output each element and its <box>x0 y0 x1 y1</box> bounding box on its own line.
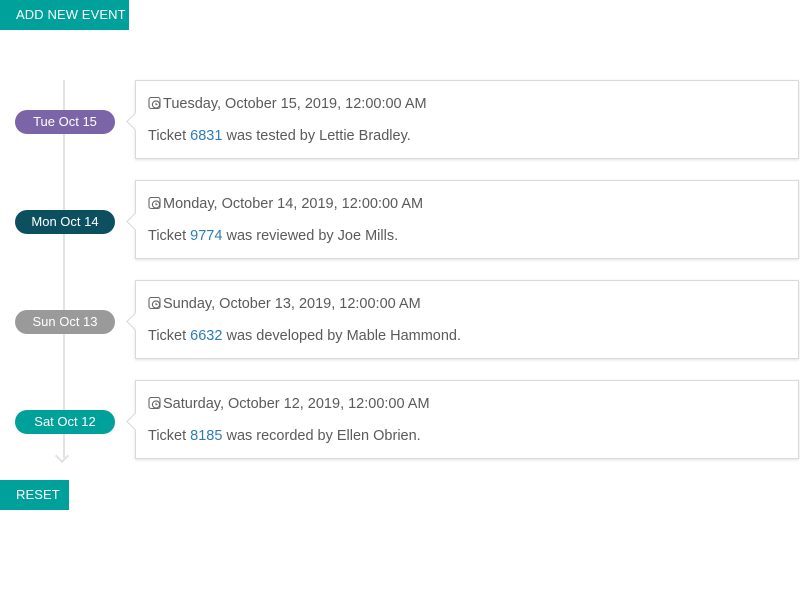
event-description: Ticket 6831 was tested by Lettie Bradley… <box>148 127 411 145</box>
date-pill: Sun Oct 13 <box>15 310 115 334</box>
event-date: Monday, October 14, 2019, 12:00:00 AM <box>148 195 423 213</box>
event-prefix: Ticket <box>148 428 191 444</box>
event-date-text: Monday, October 14, 2019, 12:00:00 AM <box>163 196 424 212</box>
event-date-text: Tuesday, October 15, 2019, 12:00:00 AM <box>163 96 427 112</box>
event-prefix: Ticket <box>148 328 191 344</box>
event-date: Tuesday, October 15, 2019, 12:00:00 AM <box>148 95 427 113</box>
event-suffix: was developed by Mable Hammond. <box>222 328 462 344</box>
event-description: Ticket 6632 was developed by Mable Hammo… <box>148 327 461 345</box>
card-pointer <box>126 112 145 131</box>
timeline-page: ADD NEW EVENT Tue Oct 15 Tuesday, Octobe… <box>0 0 800 600</box>
event-card: Monday, October 14, 2019, 12:00:00 AM Ti… <box>126 180 799 259</box>
clock-icon <box>148 196 162 210</box>
ticket-link[interactable]: 9774 <box>190 228 222 244</box>
add-new-event-button[interactable]: ADD NEW EVENT <box>0 0 129 30</box>
event-date-text: Sunday, October 13, 2019, 12:00:00 AM <box>163 296 421 312</box>
event-prefix: Ticket <box>148 128 191 144</box>
event-suffix: was tested by Lettie Bradley. <box>222 128 411 144</box>
event-suffix: was recorded by Ellen Obrien. <box>222 428 421 444</box>
event-card: Tuesday, October 15, 2019, 12:00:00 AM T… <box>126 80 799 159</box>
event-date: Saturday, October 12, 2019, 12:00:00 AM <box>148 395 430 413</box>
ticket-link[interactable]: 8185 <box>190 428 222 444</box>
timeline-event: Tue Oct 15 Tuesday, October 15, 2019, 12… <box>0 80 800 160</box>
event-date-text: Saturday, October 12, 2019, 12:00:00 AM <box>163 396 430 412</box>
clock-icon <box>148 396 162 410</box>
event-date: Sunday, October 13, 2019, 12:00:00 AM <box>148 295 421 313</box>
event-suffix: was reviewed by Joe Mills. <box>222 228 399 244</box>
timeline-event: Sun Oct 13 Sunday, October 13, 2019, 12:… <box>0 280 800 360</box>
ticket-link[interactable]: 6632 <box>190 328 222 344</box>
event-prefix: Ticket <box>148 228 191 244</box>
event-description: Ticket 9774 was reviewed by Joe Mills. <box>148 227 398 245</box>
reset-button[interactable]: RESET <box>0 480 69 510</box>
clock-icon <box>148 296 162 310</box>
date-pill: Tue Oct 15 <box>15 110 115 134</box>
card-pointer <box>126 312 145 331</box>
card-pointer <box>126 412 145 431</box>
date-pill: Mon Oct 14 <box>15 210 115 234</box>
card-pointer <box>126 212 145 231</box>
date-pill: Sat Oct 12 <box>15 410 115 434</box>
event-description: Ticket 8185 was recorded by Ellen Obrien… <box>148 427 421 445</box>
event-card: Saturday, October 12, 2019, 12:00:00 AM … <box>126 380 799 459</box>
timeline-event: Sat Oct 12 Saturday, October 12, 2019, 1… <box>0 380 800 460</box>
clock-icon <box>148 96 162 110</box>
timeline-event: Mon Oct 14 Monday, October 14, 2019, 12:… <box>0 180 800 260</box>
event-card: Sunday, October 13, 2019, 12:00:00 AM Ti… <box>126 280 799 359</box>
ticket-link[interactable]: 6831 <box>190 128 222 144</box>
